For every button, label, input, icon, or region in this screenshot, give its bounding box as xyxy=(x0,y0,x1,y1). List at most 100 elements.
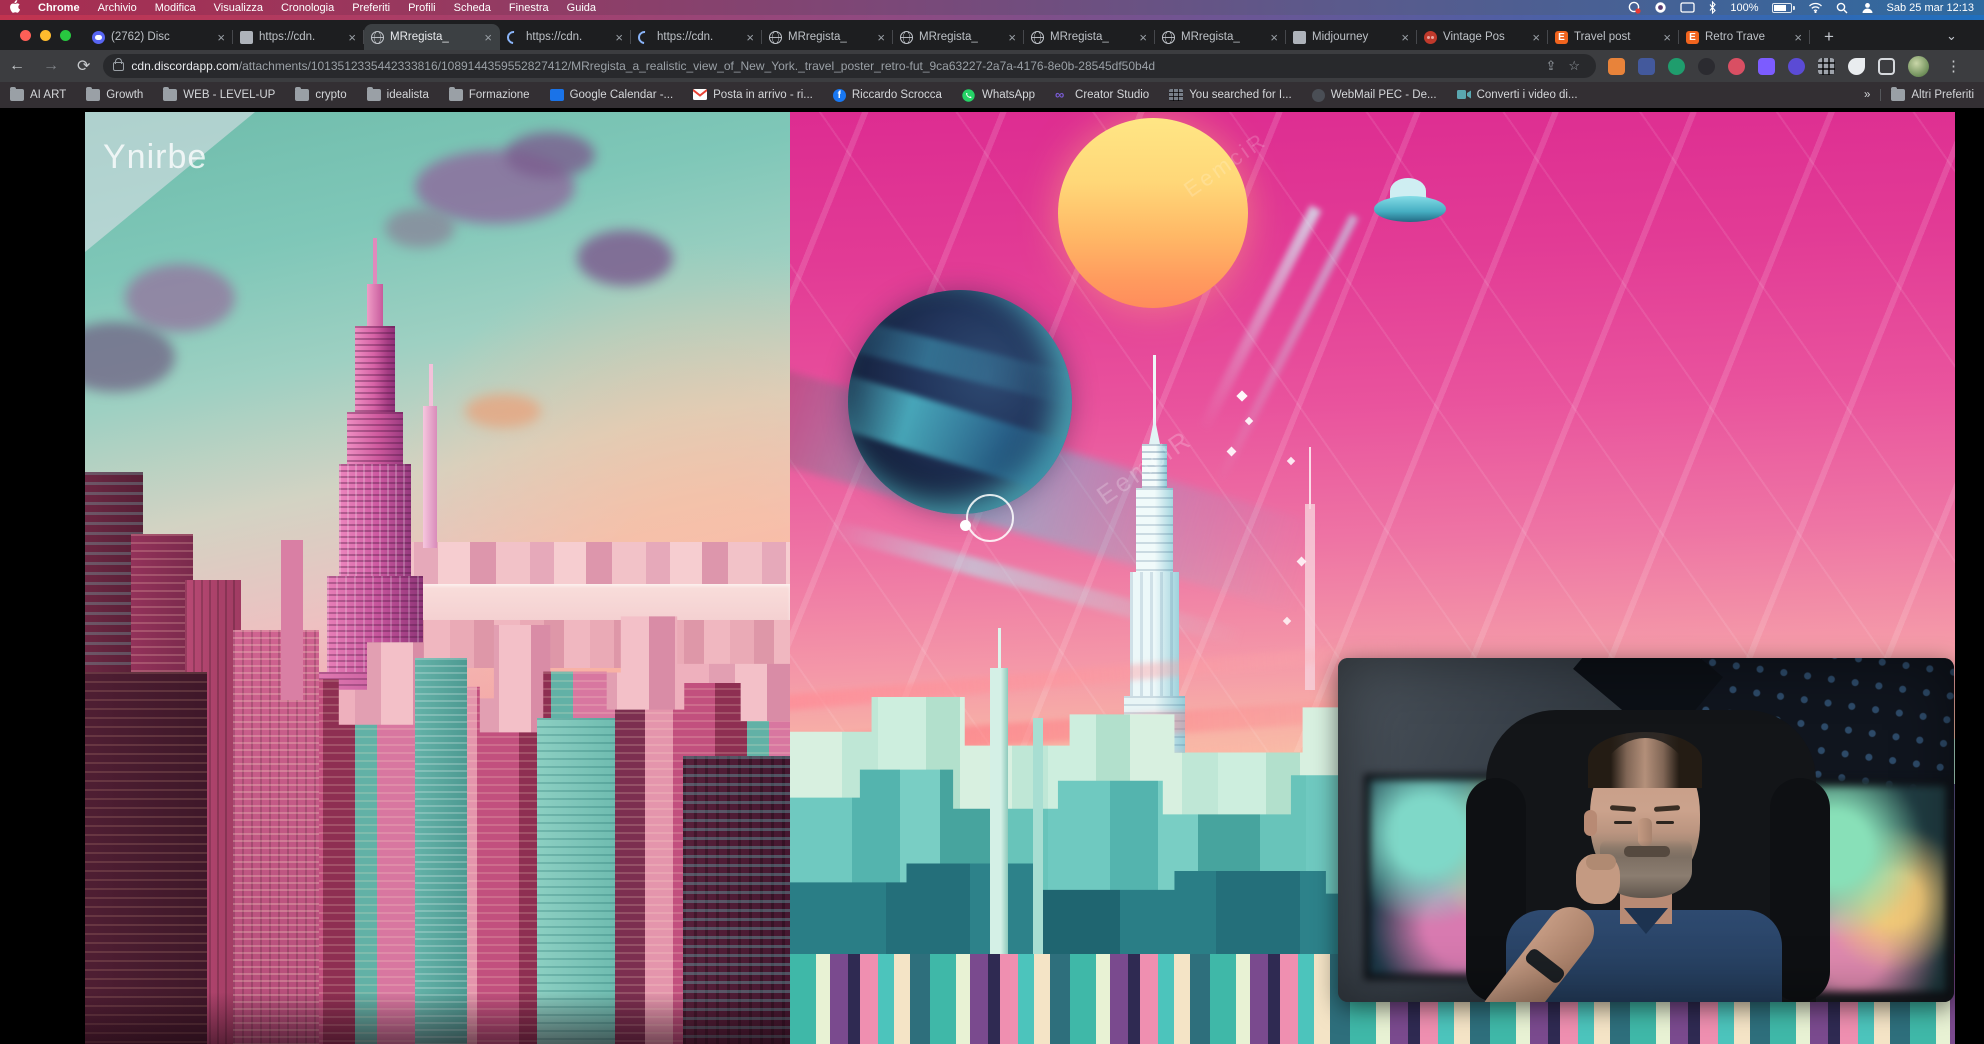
tab-retro-travel[interactable]: ERetro Trave× xyxy=(1679,24,1810,50)
address-bar[interactable]: cdn.discordapp.com /attachments/10135123… xyxy=(103,54,1596,78)
share-icon[interactable]: ⇪ xyxy=(1539,58,1562,74)
tab-mrregista-4[interactable]: MRregista_× xyxy=(1024,24,1155,50)
close-window-button[interactable] xyxy=(20,30,31,41)
tab-close-icon[interactable]: × xyxy=(1269,31,1279,44)
page-icon xyxy=(1293,31,1306,44)
bookmark-folder-crypto[interactable]: crypto xyxy=(285,89,356,101)
tab-mrregista-active[interactable]: MRregista_× xyxy=(364,24,500,50)
bookmark-converti-video[interactable]: Converti i video di... xyxy=(1447,89,1588,101)
chrome-menu-icon[interactable]: ⋮ xyxy=(1942,57,1974,75)
bookmark-facebook-profile[interactable]: fRiccardo Scrocca xyxy=(823,89,952,102)
mail-icon xyxy=(1312,89,1325,102)
bookmark-folder-idealista[interactable]: idealista xyxy=(357,89,439,101)
menu-item-preferiti[interactable]: Preferiti xyxy=(343,2,399,14)
new-tab-button[interactable]: + xyxy=(1824,28,1834,45)
minimize-window-button[interactable] xyxy=(40,30,51,41)
tab-close-icon[interactable]: × xyxy=(1662,31,1672,44)
tab-discord[interactable]: (2762) Disc× xyxy=(85,24,233,50)
tab-close-icon[interactable]: × xyxy=(1138,31,1148,44)
tab-close-icon[interactable]: × xyxy=(347,31,357,44)
facebook-icon: f xyxy=(833,89,846,102)
menu-item-modifica[interactable]: Modifica xyxy=(146,2,205,14)
left-poster-image[interactable]: Ynirbe xyxy=(85,112,790,1044)
extension-purple-icon[interactable] xyxy=(1758,58,1775,75)
tab-vintage-posters[interactable]: Vintage Pos× xyxy=(1417,24,1548,50)
extension-bird-icon[interactable] xyxy=(1848,58,1865,75)
tab-mrregista-3[interactable]: MRregista_× xyxy=(893,24,1024,50)
tab-close-icon[interactable]: × xyxy=(1007,31,1017,44)
bookmark-webmail-pec[interactable]: WebMail PEC - De... xyxy=(1302,89,1447,102)
tab-close-icon[interactable]: × xyxy=(216,31,226,44)
apple-menu-icon[interactable] xyxy=(0,0,29,16)
tab-close-icon[interactable]: × xyxy=(614,31,624,44)
tab-cdn-1[interactable]: https://cdn.× xyxy=(233,24,364,50)
bookmark-you-searched[interactable]: You searched for I... xyxy=(1159,89,1302,101)
menu-item-finestra[interactable]: Finestra xyxy=(500,2,558,14)
webcam-overlay[interactable] xyxy=(1338,658,1954,1002)
reload-button[interactable]: ⟳ xyxy=(68,56,99,76)
display-icon[interactable] xyxy=(1680,2,1695,14)
extension-green-icon[interactable] xyxy=(1668,58,1685,75)
other-bookmarks-folder[interactable]: Altri Preferiti xyxy=(1880,89,1984,101)
tab-close-icon[interactable]: × xyxy=(876,31,886,44)
folder-icon xyxy=(295,89,309,101)
bookmark-folder-growth[interactable]: Growth xyxy=(76,89,153,101)
extension-indigo-icon[interactable] xyxy=(1788,58,1805,75)
tab-search-chevron-icon[interactable]: ⌄ xyxy=(1946,28,1957,44)
cursor-dot xyxy=(960,520,971,531)
menu-item-chrome[interactable]: Chrome xyxy=(29,2,89,14)
extension-dark-icon[interactable] xyxy=(1698,58,1715,75)
tab-mrregista-2[interactable]: MRregista_× xyxy=(762,24,893,50)
forward-button[interactable]: → xyxy=(34,57,68,75)
circle-app-icon[interactable] xyxy=(1654,1,1667,14)
menu-clock[interactable]: Sab 25 mar 12:13 xyxy=(1887,2,1974,14)
bookmark-folder-formazione[interactable]: Formazione xyxy=(439,89,540,101)
menu-item-profili[interactable]: Profili xyxy=(399,2,445,14)
flying-saucer xyxy=(1374,196,1446,222)
bookmarks-overflow-chevrons[interactable]: » xyxy=(1854,89,1880,101)
extension-grid-icon[interactable] xyxy=(1818,58,1835,75)
extension-frame-icon[interactable] xyxy=(1878,58,1895,75)
tab-mrregista-5[interactable]: MRregista_× xyxy=(1155,24,1286,50)
bookmark-star-icon[interactable]: ☆ xyxy=(1562,58,1586,74)
profile-avatar[interactable] xyxy=(1908,56,1929,77)
bookmark-folder-web-level-up[interactable]: WEB - LEVEL-UP xyxy=(153,89,285,101)
extension-blue-icon[interactable] xyxy=(1638,58,1655,75)
extension-orange-icon[interactable] xyxy=(1608,58,1625,75)
bookmark-gmail-inbox[interactable]: Posta in arrivo - ri... xyxy=(683,89,823,101)
tab-close-icon[interactable]: × xyxy=(1793,31,1803,44)
menu-item-cronologia[interactable]: Cronologia xyxy=(272,2,343,14)
bluetooth-icon[interactable] xyxy=(1708,1,1717,14)
bookmark-google-calendar[interactable]: Google Calendar -... xyxy=(540,89,684,101)
maximize-window-button[interactable] xyxy=(60,30,71,41)
macos-menu-bar: Chrome Archivio Modifica Visualizza Cron… xyxy=(0,0,1984,15)
menu-item-visualizza[interactable]: Visualizza xyxy=(205,2,272,14)
user-switch-icon[interactable] xyxy=(1861,2,1874,14)
building-foreground-dark xyxy=(85,672,207,1044)
tab-cdn-3[interactable]: https://cdn.× xyxy=(631,24,762,50)
extension-red-icon[interactable] xyxy=(1728,58,1745,75)
menu-item-scheda[interactable]: Scheda xyxy=(445,2,500,14)
screen-record-icon[interactable] xyxy=(1628,1,1641,14)
menu-item-archivio[interactable]: Archivio xyxy=(89,2,146,14)
spotlight-search-icon[interactable] xyxy=(1836,2,1848,14)
tab-cdn-2[interactable]: https://cdn.× xyxy=(500,24,631,50)
bookmark-folder-ai-art[interactable]: AI ART xyxy=(0,89,76,101)
back-button[interactable]: ← xyxy=(0,57,34,75)
bookmark-whatsapp[interactable]: WhatsApp xyxy=(952,89,1045,101)
tab-midjourney[interactable]: Midjourney× xyxy=(1286,24,1417,50)
menu-item-guida[interactable]: Guida xyxy=(558,2,605,14)
tab-close-icon[interactable]: × xyxy=(1531,31,1541,44)
menu-status-area: 100% Sab 25 mar 12:13 xyxy=(1628,1,1984,14)
tab-close-icon[interactable]: × xyxy=(745,31,755,44)
tab-close-icon[interactable]: × xyxy=(1400,31,1410,44)
folder-icon xyxy=(1891,89,1905,101)
building-teal xyxy=(415,658,467,1044)
calendar-icon xyxy=(550,89,564,101)
tab-close-icon[interactable]: × xyxy=(483,31,493,44)
tab-travel-posters[interactable]: ETravel post× xyxy=(1548,24,1679,50)
wifi-icon[interactable] xyxy=(1808,2,1823,13)
bookmark-creator-studio[interactable]: ∞Creator Studio xyxy=(1045,89,1159,101)
lock-icon[interactable] xyxy=(113,62,124,71)
cursor-ring xyxy=(966,494,1014,542)
